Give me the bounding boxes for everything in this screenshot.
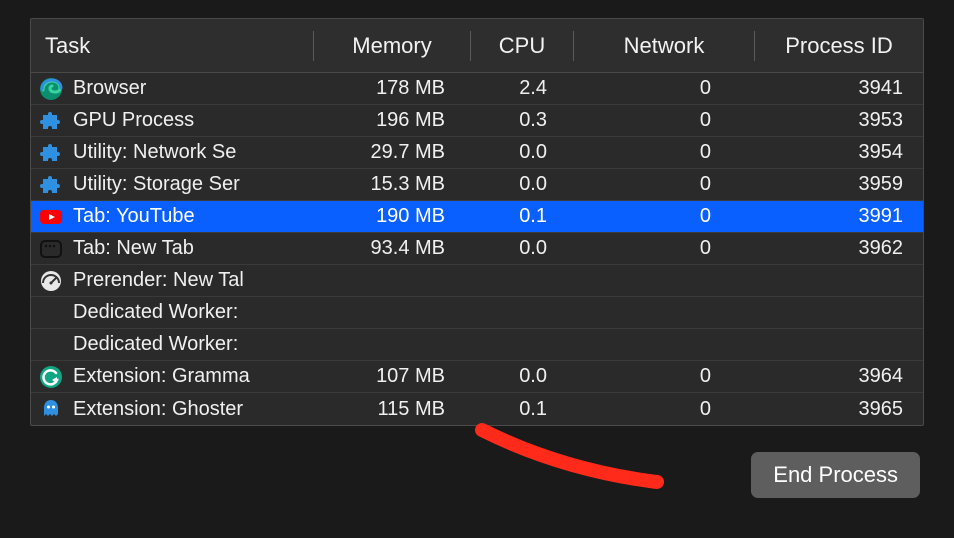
footer: End Process bbox=[30, 426, 924, 498]
header-network[interactable]: Network bbox=[574, 19, 754, 73]
cell-cpu: 0.0 bbox=[469, 137, 571, 168]
newtab-icon bbox=[39, 237, 63, 261]
table-row[interactable]: Prerender: New Tal bbox=[31, 265, 923, 297]
cell-cpu: 0.1 bbox=[469, 393, 571, 425]
end-process-button[interactable]: End Process bbox=[751, 452, 920, 498]
cell-memory: 29.7 MB bbox=[313, 137, 469, 168]
grammarly-icon bbox=[39, 365, 63, 389]
cell-memory: 107 MB bbox=[313, 361, 469, 392]
task-name: Tab: New Tab bbox=[73, 237, 194, 260]
table-row[interactable]: Utility: Network Se 29.7 MB0.003954 bbox=[31, 137, 923, 169]
cell-network: 0 bbox=[571, 105, 751, 136]
cell-network bbox=[571, 265, 751, 296]
cell-task: Extension: Ghoster bbox=[31, 393, 313, 425]
puzzle-icon bbox=[39, 141, 63, 165]
header-cpu[interactable]: CPU bbox=[471, 19, 573, 73]
cell-memory: 115 MB bbox=[313, 393, 469, 425]
cell-network: 0 bbox=[571, 361, 751, 392]
gauge-icon bbox=[39, 269, 63, 293]
task-name: Extension: Gramma bbox=[73, 365, 250, 388]
edge-icon bbox=[39, 77, 63, 101]
task-name: Extension: Ghoster bbox=[73, 398, 243, 421]
cell-process-id: 3959 bbox=[751, 169, 919, 200]
task-name: Dedicated Worker: bbox=[73, 301, 238, 324]
cell-memory: 190 MB bbox=[313, 201, 469, 232]
cell-task: Prerender: New Tal bbox=[31, 265, 313, 296]
cell-network bbox=[571, 297, 751, 328]
cell-task: Tab: YouTube bbox=[31, 201, 313, 232]
cell-process-id: 3954 bbox=[751, 137, 919, 168]
puzzle-icon bbox=[39, 109, 63, 133]
cell-process-id: 3953 bbox=[751, 105, 919, 136]
cell-memory: 178 MB bbox=[313, 73, 469, 104]
task-name: Dedicated Worker: bbox=[73, 333, 238, 356]
cell-memory bbox=[313, 329, 469, 360]
cell-task: Dedicated Worker: bbox=[31, 297, 313, 328]
cell-cpu: 0.0 bbox=[469, 169, 571, 200]
task-name: Tab: YouTube bbox=[73, 205, 195, 228]
cell-process-id: 3962 bbox=[751, 233, 919, 264]
table-row[interactable]: Utility: Storage Ser 15.3 MB0.003959 bbox=[31, 169, 923, 201]
header-process-id[interactable]: Process ID bbox=[755, 19, 923, 73]
cell-memory: 196 MB bbox=[313, 105, 469, 136]
cell-task: Extension: Gramma bbox=[31, 361, 313, 392]
task-name: Utility: Storage Ser bbox=[73, 173, 240, 196]
table-header: Task Memory CPU Network Process ID bbox=[31, 19, 923, 73]
cell-memory: 93.4 MB bbox=[313, 233, 469, 264]
table-row[interactable]: Tab: YouTube 190 MB0.103991 bbox=[31, 201, 923, 233]
cell-task: Tab: New Tab bbox=[31, 233, 313, 264]
table-row[interactable]: GPU Process 196 MB0.303953 bbox=[31, 105, 923, 137]
table-row[interactable]: Dedicated Worker: bbox=[31, 329, 923, 361]
ghostery-icon bbox=[39, 397, 63, 421]
cell-network: 0 bbox=[571, 137, 751, 168]
cell-cpu: 2.4 bbox=[469, 73, 571, 104]
cell-cpu: 0.1 bbox=[469, 201, 571, 232]
cell-memory: 15.3 MB bbox=[313, 169, 469, 200]
cell-process-id bbox=[751, 297, 919, 328]
youtube-icon bbox=[39, 205, 63, 229]
cell-network: 0 bbox=[571, 393, 751, 425]
cell-cpu: 0.0 bbox=[469, 361, 571, 392]
header-memory[interactable]: Memory bbox=[314, 19, 470, 73]
cell-task: Dedicated Worker: bbox=[31, 329, 313, 360]
table-row[interactable]: Extension: Ghoster 115 MB0.103965 bbox=[31, 393, 923, 425]
cell-cpu bbox=[469, 329, 571, 360]
cell-memory bbox=[313, 297, 469, 328]
cell-cpu bbox=[469, 297, 571, 328]
cell-network bbox=[571, 329, 751, 360]
task-manager-window: Task Memory CPU Network Process ID Brows… bbox=[30, 18, 924, 426]
cell-network: 0 bbox=[571, 169, 751, 200]
table-row[interactable]: Dedicated Worker: bbox=[31, 297, 923, 329]
table-row[interactable]: Browser 178 MB2.403941 bbox=[31, 73, 923, 105]
header-task[interactable]: Task bbox=[31, 19, 313, 73]
cell-cpu: 0.3 bbox=[469, 105, 571, 136]
cell-task: Utility: Network Se bbox=[31, 137, 313, 168]
task-name: Utility: Network Se bbox=[73, 141, 236, 164]
task-name: Prerender: New Tal bbox=[73, 269, 244, 292]
cell-process-id: 3964 bbox=[751, 361, 919, 392]
cell-task: GPU Process bbox=[31, 105, 313, 136]
cell-process-id: 3991 bbox=[751, 201, 919, 232]
cell-task: Utility: Storage Ser bbox=[31, 169, 313, 200]
task-name: GPU Process bbox=[73, 109, 194, 132]
cell-process-id bbox=[751, 329, 919, 360]
cell-memory bbox=[313, 265, 469, 296]
cell-process-id: 3965 bbox=[751, 393, 919, 425]
cell-network: 0 bbox=[571, 201, 751, 232]
cell-task: Browser bbox=[31, 73, 313, 104]
table-body: Browser178 MB2.403941GPU Process196 MB0.… bbox=[31, 73, 923, 425]
cell-network: 0 bbox=[571, 73, 751, 104]
task-name: Browser bbox=[73, 77, 146, 100]
table-row[interactable]: Tab: New Tab 93.4 MB0.003962 bbox=[31, 233, 923, 265]
cell-process-id: 3941 bbox=[751, 73, 919, 104]
cell-network: 0 bbox=[571, 233, 751, 264]
puzzle-icon bbox=[39, 173, 63, 197]
cell-cpu bbox=[469, 265, 571, 296]
cell-cpu: 0.0 bbox=[469, 233, 571, 264]
cell-process-id bbox=[751, 265, 919, 296]
table-row[interactable]: Extension: Gramma 107 MB0.003964 bbox=[31, 361, 923, 393]
